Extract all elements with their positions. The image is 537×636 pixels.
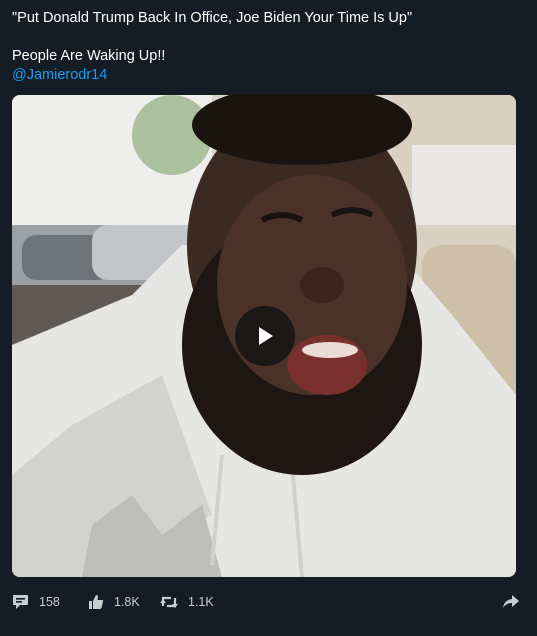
post-title-line: "Put Donald Trump Back In Office, Joe Bi… bbox=[12, 10, 413, 26]
share-arrow-icon bbox=[502, 594, 520, 610]
action-bar: 158 1.8K 1.1K bbox=[12, 590, 520, 614]
retweet-icon bbox=[160, 594, 178, 610]
post-body-line: People Are Waking Up!! bbox=[12, 48, 166, 64]
comment-icon bbox=[12, 594, 29, 610]
reply-count: 158 bbox=[39, 595, 60, 609]
like-button[interactable]: 1.8K bbox=[88, 590, 140, 614]
post-card: "Put Donald Trump Back In Office, Joe Bi… bbox=[0, 0, 537, 636]
line-spacer bbox=[12, 28, 527, 47]
rear-window bbox=[412, 145, 516, 225]
thumbs-up-icon bbox=[88, 594, 104, 610]
retweet-button[interactable]: 1.1K bbox=[160, 590, 214, 614]
like-count: 1.8K bbox=[114, 595, 140, 609]
retweet-count: 1.1K bbox=[188, 595, 214, 609]
play-icon bbox=[259, 327, 273, 345]
teeth bbox=[302, 342, 358, 358]
post-text: "Put Donald Trump Back In Office, Joe Bi… bbox=[12, 9, 527, 85]
user-mention-link[interactable]: @Jamierodr14 bbox=[12, 66, 527, 85]
nose bbox=[300, 267, 344, 303]
share-button[interactable] bbox=[502, 590, 520, 614]
play-button[interactable] bbox=[235, 306, 295, 366]
reply-button[interactable]: 158 bbox=[12, 590, 60, 614]
video-player[interactable] bbox=[12, 95, 516, 577]
